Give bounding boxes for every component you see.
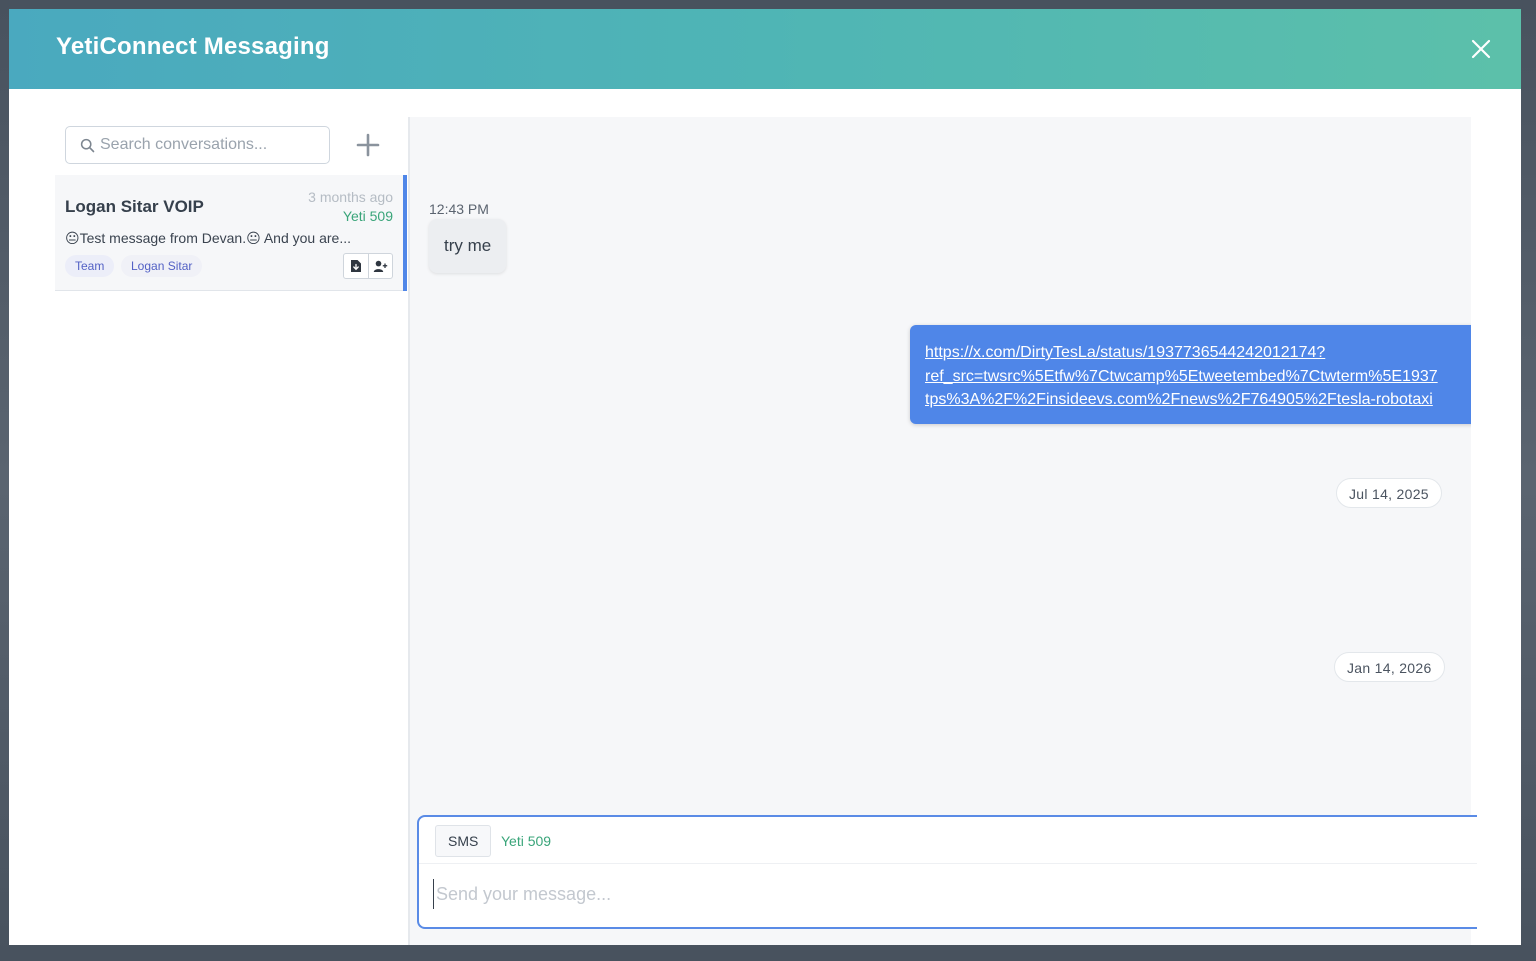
add-contact-button[interactable]: [368, 254, 392, 278]
incoming-message-bubble: try me: [429, 219, 507, 273]
conversation-name: Logan Sitar VOIP: [65, 197, 204, 216]
channel-selector[interactable]: SMS: [435, 825, 492, 857]
plus-icon: [356, 133, 380, 157]
search-box: [65, 126, 330, 164]
sender-line-selector[interactable]: Yeti 509: [501, 833, 551, 849]
close-icon: [1471, 39, 1491, 59]
download-file-button[interactable]: [344, 254, 368, 278]
date-separator: Jul 14, 2025: [1336, 478, 1442, 508]
date-separator: Jan 14, 2026: [1334, 652, 1445, 682]
file-download-icon: [351, 260, 361, 272]
search-icon: [80, 138, 95, 153]
conversation-sidebar: Logan Sitar VOIP 3 months ago Yeti 509 😐…: [55, 117, 409, 945]
message-link[interactable]: ref_src=twsrc%5Etfw%7Ctwcamp%5Etweetembe…: [925, 365, 1471, 389]
message-link[interactable]: tps%3A%2F%2Finsideevs.com%2Fnews%2F76490…: [925, 388, 1471, 412]
conversation-time: 3 months ago: [308, 189, 393, 205]
tag-contact: Logan Sitar: [121, 255, 203, 277]
search-input[interactable]: [100, 127, 325, 163]
conversation-item[interactable]: Logan Sitar VOIP 3 months ago Yeti 509 😐…: [55, 175, 407, 291]
composer-divider: [419, 863, 1477, 864]
new-conversation-button[interactable]: [355, 132, 381, 158]
tag-team: Team: [65, 255, 115, 277]
message-link[interactable]: https://x.com/DirtyTesLa/status/19377365…: [925, 341, 1471, 365]
message-composer: SMS Yeti 509: [417, 815, 1477, 929]
close-button[interactable]: [1467, 35, 1495, 63]
modal-header: YetiConnect Messaging: [9, 9, 1521, 89]
messaging-modal: YetiConnect Messaging Logan Sitar VOIP: [9, 9, 1521, 945]
modal-title: YetiConnect Messaging: [56, 33, 330, 60]
message-input[interactable]: [433, 879, 1463, 909]
active-indicator: [403, 175, 407, 291]
conversation-line: Yeti 509: [342, 208, 393, 224]
conversation-preview: 😐Test message from Devan.😐 And you are..…: [65, 230, 351, 246]
conversation-actions: [343, 253, 393, 279]
add-user-icon: [373, 260, 388, 272]
message-timestamp: 12:43 PM: [429, 201, 489, 217]
outgoing-message-bubble: https://x.com/DirtyTesLa/status/19377365…: [910, 325, 1471, 424]
